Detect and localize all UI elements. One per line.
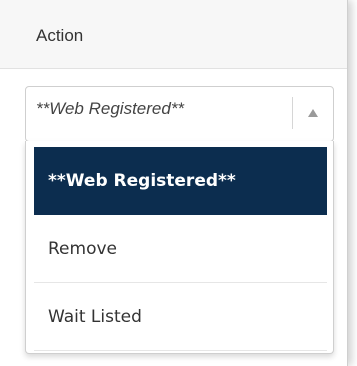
option-web-registered[interactable]: **Web Registered** [34,147,327,215]
column-header-label: Action [36,26,84,45]
option-remove[interactable]: Remove [34,215,327,283]
option-wait-listed[interactable]: Wait Listed [34,283,327,351]
action-select-value: **Web Registered** [36,99,185,118]
action-select[interactable]: **Web Registered** [25,86,334,142]
column-header: Action [0,0,347,69]
action-panel: Action **Web Registered** **Web Register… [0,0,348,366]
select-divider [292,97,293,129]
triangle-up-icon[interactable] [303,105,323,121]
action-dropdown-list: **Web Registered** Remove Wait Listed [25,141,334,354]
